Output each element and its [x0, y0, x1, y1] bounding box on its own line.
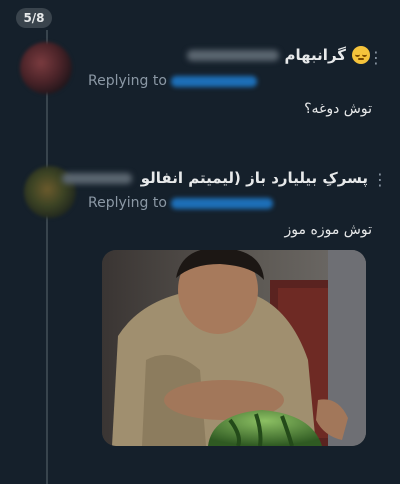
media-illustration	[102, 250, 366, 446]
replying-to: Replying to	[88, 73, 257, 89]
more-options-icon[interactable]: ⋮	[372, 172, 388, 188]
tweet-media-image[interactable]	[102, 250, 366, 446]
tweet-text: توش دوغه؟	[304, 101, 372, 117]
tweet-1[interactable]: گرانبهام ⋮ Replying to توش دوغه؟	[0, 42, 400, 132]
handle-blurred	[186, 49, 279, 61]
replying-to: Replying to	[88, 195, 273, 211]
tweet-text: توش موزه موز	[284, 222, 372, 238]
avatar[interactable]	[20, 42, 72, 94]
image-counter: 5/8	[23, 11, 45, 25]
mention-blurred[interactable]	[170, 75, 257, 87]
display-name[interactable]: گرانبهام	[285, 46, 346, 64]
mention-blurred[interactable]	[170, 197, 273, 209]
more-options-icon[interactable]: ⋮	[368, 50, 384, 66]
image-counter-badge: 5/8	[16, 8, 52, 28]
tweet-header: گرانبهام	[186, 46, 370, 64]
display-name[interactable]: پسرکِ بیلیارد باز (لیمیتم انفالو ن	[138, 169, 368, 187]
tweet-header: پسرکِ بیلیارد باز (لیمیتم انفالو ن	[62, 169, 368, 187]
replying-to-label: Replying to	[88, 73, 167, 89]
handle-blurred	[62, 172, 132, 184]
replying-to-label: Replying to	[88, 195, 167, 211]
